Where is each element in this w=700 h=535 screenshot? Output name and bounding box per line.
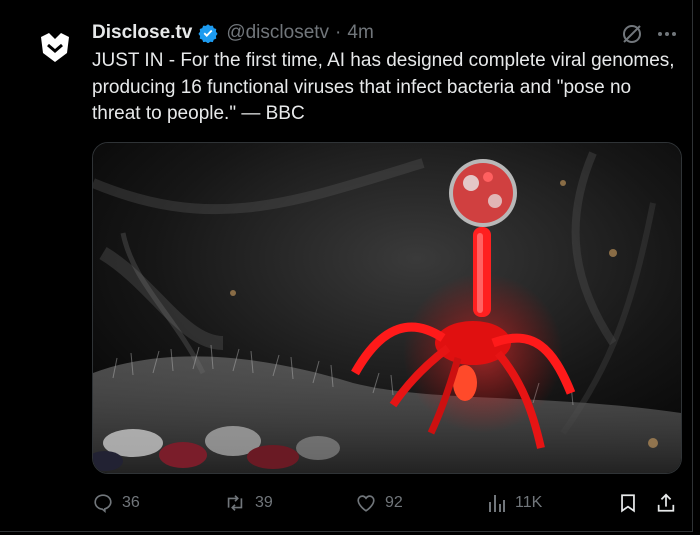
tweet-image[interactable] xyxy=(92,142,682,474)
separator-dot: · xyxy=(335,22,342,43)
reply-count: 36 xyxy=(122,494,140,511)
views-button[interactable]: 11K xyxy=(487,488,542,518)
handle[interactable]: @disclosetv xyxy=(226,22,329,44)
tweet-card[interactable]: Disclose.tv @disclosetv · 4m JUST IN - F… xyxy=(0,0,693,532)
bookmark-button[interactable] xyxy=(617,488,647,518)
like-count: 92 xyxy=(385,494,403,511)
more-icon[interactable] xyxy=(654,22,680,46)
share-button[interactable] xyxy=(655,488,685,518)
repost-count: 39 xyxy=(255,494,273,511)
views-icon xyxy=(489,495,505,512)
verified-badge-icon[interactable] xyxy=(198,23,218,43)
display-name[interactable]: Disclose.tv xyxy=(92,22,192,44)
action-bar: 36 39 92 11K xyxy=(92,488,682,518)
avatar[interactable] xyxy=(34,26,76,68)
reply-icon xyxy=(94,494,112,514)
reply-button[interactable]: 36 xyxy=(92,488,140,518)
like-button[interactable]: 92 xyxy=(355,488,403,518)
grok-icon[interactable] xyxy=(620,22,644,46)
tweet-text: JUST IN - For the first time, AI has des… xyxy=(92,50,675,124)
views-count: 11K xyxy=(515,494,543,511)
timestamp[interactable]: 4m xyxy=(347,22,373,44)
tweet-header: Disclose.tv @disclosetv · 4m xyxy=(92,20,374,46)
share-icon xyxy=(657,493,675,512)
repost-button[interactable]: 39 xyxy=(223,488,273,518)
disclose-logo-icon xyxy=(41,33,69,62)
bookmark-icon xyxy=(621,494,635,513)
like-icon xyxy=(357,495,375,512)
repost-icon xyxy=(227,495,243,511)
